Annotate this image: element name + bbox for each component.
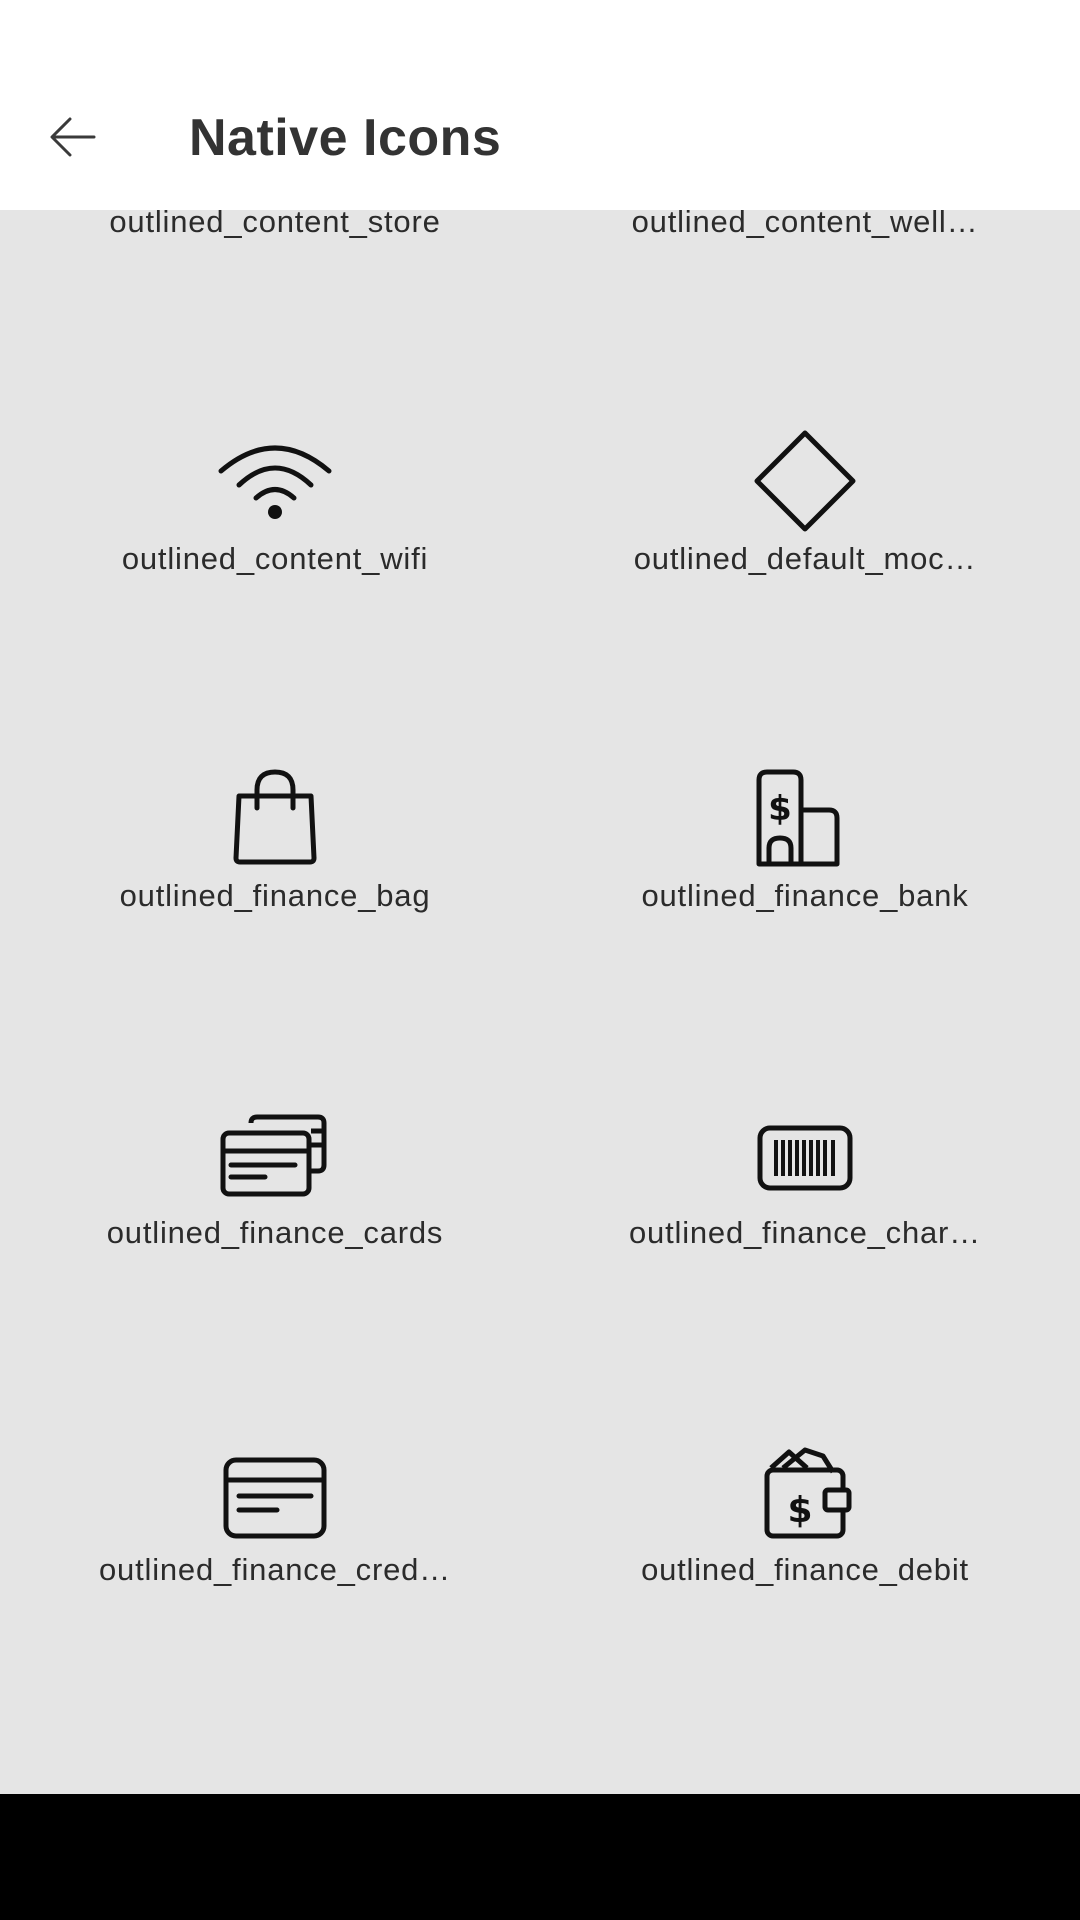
icon-tile[interactable]: $ outlined_finance_debit bbox=[540, 1340, 1070, 1677]
icon-label: outlined_finance_debit bbox=[641, 1552, 969, 1587]
page-title: Native Icons bbox=[189, 109, 502, 167]
icon-label: outlined_content_wifi bbox=[121, 541, 429, 576]
system-navigation-bar bbox=[0, 1794, 1080, 1920]
icon-grid: outlined_content_store outlined_content_… bbox=[0, 0, 1080, 1794]
app-bar: Native Icons bbox=[0, 0, 1080, 210]
back-button[interactable] bbox=[28, 92, 118, 182]
barcode-card-icon bbox=[745, 1095, 865, 1215]
wallet-dollar-icon: $ bbox=[745, 1432, 865, 1552]
wifi-icon bbox=[215, 421, 335, 541]
shopping-bag-icon bbox=[215, 758, 335, 878]
svg-text:$: $ bbox=[787, 1490, 812, 1531]
diamond-icon bbox=[745, 421, 865, 541]
icon-tile[interactable]: outlined_finance_cred… bbox=[10, 1340, 540, 1677]
icon-tile[interactable]: outlined_content_wifi bbox=[10, 329, 540, 666]
credit-card-icon bbox=[215, 1432, 335, 1552]
stacked-cards-icon bbox=[215, 1095, 335, 1215]
icon-tile[interactable]: outlined_finance_char… bbox=[540, 1003, 1070, 1340]
icon-label: outlined_finance_char… bbox=[629, 1215, 981, 1250]
icon-tile[interactable]: outlined_default_moc… bbox=[540, 329, 1070, 666]
icon-tile[interactable]: $ outlined_finance_bank bbox=[540, 666, 1070, 1003]
icon-label: outlined_finance_bag bbox=[119, 878, 431, 913]
svg-text:$: $ bbox=[768, 789, 792, 829]
icon-tile[interactable]: outlined_finance_cards bbox=[10, 1003, 540, 1340]
icon-label: outlined_finance_bank bbox=[641, 878, 969, 913]
icon-tile[interactable]: outlined_finance_bag bbox=[10, 666, 540, 1003]
icon-label: outlined_finance_cred… bbox=[99, 1552, 451, 1587]
bank-building-icon: $ bbox=[745, 758, 865, 878]
icon-label: outlined_finance_cards bbox=[106, 1215, 444, 1250]
icon-label: outlined_default_moc… bbox=[633, 541, 977, 576]
arrow-left-icon bbox=[50, 117, 96, 157]
